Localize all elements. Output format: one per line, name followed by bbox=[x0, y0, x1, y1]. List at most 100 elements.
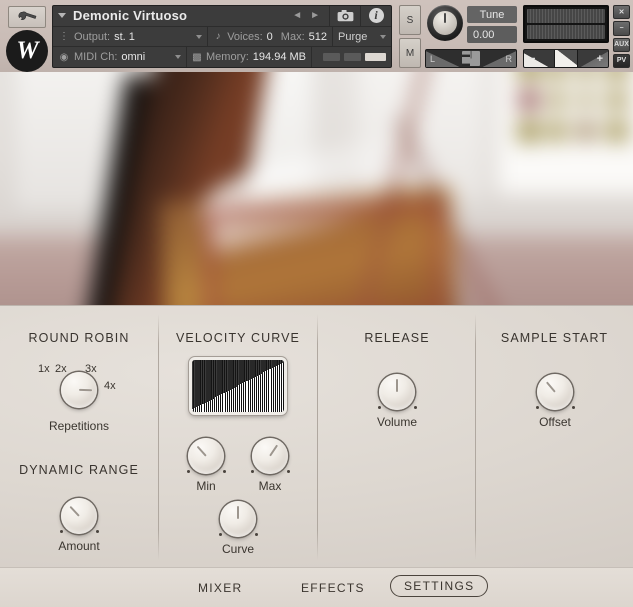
release-volume-knob-pointer bbox=[395, 379, 399, 392]
dynamic-amount-knob-pointer bbox=[69, 505, 80, 517]
section-title-round-robin: ROUND ROBIN bbox=[28, 331, 130, 345]
instrument-photo-banner bbox=[0, 72, 633, 305]
volume-plus-label: + bbox=[578, 50, 608, 67]
midi-chevron-icon[interactable] bbox=[175, 55, 181, 60]
kontakt-instrument-window: W Demonic Virtuoso ◄ ► i ⋮ Output: st. 1… bbox=[0, 0, 633, 607]
brand-logo[interactable]: W bbox=[6, 30, 48, 72]
footer-tabbar: MIXER EFFECTS SETTINGS bbox=[0, 567, 633, 607]
velocity-curve-dot-right bbox=[255, 533, 258, 536]
output-meter-block: − + bbox=[523, 5, 609, 68]
close-icon[interactable]: ✕ bbox=[613, 5, 630, 20]
velocity-min-knob-pointer bbox=[196, 445, 207, 457]
photo-wall-frame bbox=[496, 72, 633, 195]
pv-button[interactable]: PV bbox=[613, 53, 630, 68]
max-value: 512 bbox=[308, 30, 327, 43]
level-meter-right bbox=[527, 25, 605, 39]
level-meters bbox=[523, 5, 609, 43]
release-volume-dot-left bbox=[378, 406, 381, 409]
dynamic-amount-max-dot bbox=[96, 530, 99, 533]
release-volume-dot-right bbox=[414, 406, 417, 409]
mute-button[interactable]: M bbox=[399, 38, 421, 68]
voices-value: 0 bbox=[266, 30, 273, 43]
repetitions-knob[interactable] bbox=[61, 372, 97, 408]
camera-icon[interactable] bbox=[329, 6, 360, 26]
voices-label: Voices: bbox=[227, 30, 263, 43]
velocity-min-dot-left bbox=[187, 470, 190, 473]
tune-fields: Tune 0.00 bbox=[467, 6, 517, 46]
solo-mute-column: S M bbox=[399, 5, 421, 68]
velocity-min-knob[interactable] bbox=[188, 438, 224, 474]
section-title-velocity-curve: VELOCITY CURVE bbox=[176, 331, 300, 345]
tab-settings[interactable]: SETTINGS bbox=[390, 575, 489, 597]
midi-channel-selector[interactable]: ◉ MIDI Ch: omni bbox=[53, 47, 187, 68]
velocity-curve-dot-left bbox=[219, 533, 222, 536]
preset-nav: ◄ ► bbox=[283, 6, 329, 26]
midi-label: MIDI Ch: bbox=[74, 51, 118, 64]
next-preset-icon[interactable]: ► bbox=[306, 10, 324, 21]
purge-button-1[interactable] bbox=[323, 53, 340, 62]
output-selector[interactable]: ⋮ Output: st. 1 bbox=[53, 26, 208, 47]
output-icon: ⋮ bbox=[59, 31, 69, 42]
volume-slider[interactable]: − + bbox=[523, 49, 609, 68]
output-chevron-icon[interactable] bbox=[196, 34, 202, 39]
solo-button[interactable]: S bbox=[399, 5, 421, 35]
aux-button[interactable]: AUX bbox=[613, 37, 630, 52]
tab-mixer[interactable]: MIXER bbox=[185, 578, 256, 598]
tune-block: Tune 0.00 L ▬|▬ R bbox=[425, 5, 517, 68]
window-edge-buttons: ✕ − AUX PV bbox=[613, 5, 630, 68]
pan-left-label: L bbox=[426, 50, 462, 67]
pan-center-icon[interactable]: ▬|▬ bbox=[462, 50, 480, 68]
settings-panel: ROUND ROBIN 1x 2x 3x 4x Repetitions DYNA… bbox=[0, 305, 633, 568]
release-volume-label: Volume bbox=[376, 415, 418, 429]
sample-start-dot-left bbox=[536, 406, 539, 409]
sample-start-offset-label: Offset bbox=[539, 415, 571, 429]
memory-display: ▩ Memory: 194.94 MB bbox=[187, 47, 312, 68]
midi-icon: ◉ bbox=[59, 51, 69, 63]
output-value: st. 1 bbox=[114, 30, 135, 43]
purge-button-group bbox=[312, 47, 391, 67]
midi-value: omni bbox=[121, 51, 146, 64]
rack-output-row: ⋮ Output: st. 1 ♪ Voices: 0 Max: 512 Pur… bbox=[53, 26, 391, 48]
kontakt-header: W Demonic Virtuoso ◄ ► i ⋮ Output: st. 1… bbox=[0, 0, 633, 72]
minimize-icon[interactable]: − bbox=[613, 21, 630, 36]
header-left-column: W bbox=[4, 4, 52, 72]
tab-effects[interactable]: EFFECTS bbox=[288, 578, 378, 598]
velocity-max-dot-left bbox=[251, 470, 254, 473]
instrument-rack-panel: Demonic Virtuoso ◄ ► i ⋮ Output: st. 1 ♪… bbox=[52, 5, 392, 68]
tune-value[interactable]: 0.00 bbox=[467, 26, 517, 43]
volume-slider-thumb[interactable] bbox=[554, 50, 578, 67]
instrument-name-cell[interactable]: Demonic Virtuoso bbox=[53, 6, 283, 26]
velocity-curve-knob[interactable] bbox=[220, 501, 256, 537]
volume-minus-label: − bbox=[524, 50, 554, 67]
photo-red-frame bbox=[203, 201, 444, 305]
memory-label: Memory: bbox=[206, 51, 249, 64]
velocity-curve-display[interactable] bbox=[189, 357, 287, 415]
sample-start-offset-knob[interactable] bbox=[537, 374, 573, 410]
dynamic-amount-knob[interactable] bbox=[61, 498, 97, 534]
sample-start-dot-right bbox=[572, 406, 575, 409]
release-volume-knob[interactable] bbox=[379, 374, 415, 410]
purge-chevron-icon[interactable] bbox=[380, 34, 386, 39]
repetitions-knob-pointer bbox=[78, 388, 92, 392]
purge-selector[interactable]: Purge bbox=[333, 27, 391, 47]
section-title-dynamic-range: DYNAMIC RANGE bbox=[19, 463, 139, 477]
info-icon[interactable]: i bbox=[360, 6, 391, 26]
velocity-max-knob[interactable] bbox=[252, 438, 288, 474]
purge-button-3[interactable] bbox=[365, 53, 386, 62]
dynamic-amount-min-dot bbox=[60, 530, 63, 533]
tune-knob[interactable] bbox=[425, 5, 465, 45]
memory-icon: ▩ bbox=[192, 51, 202, 63]
chevron-down-icon[interactable] bbox=[58, 13, 66, 19]
velocity-curve-knob-pointer bbox=[236, 506, 240, 519]
pan-slider[interactable]: L ▬|▬ R bbox=[425, 49, 517, 68]
prev-preset-icon[interactable]: ◄ bbox=[288, 10, 306, 21]
rack-title-row: Demonic Virtuoso ◄ ► i bbox=[53, 6, 391, 27]
velocity-max-knob-pointer bbox=[269, 444, 279, 457]
velocity-max-dot-right bbox=[287, 470, 290, 473]
purge-button-2[interactable] bbox=[344, 53, 361, 62]
max-label: Max: bbox=[280, 30, 305, 43]
wrench-icon[interactable] bbox=[8, 6, 46, 28]
memory-value: 194.94 MB bbox=[252, 51, 306, 64]
velocity-curve-bar bbox=[282, 362, 284, 412]
rr-mark-4x: 4x bbox=[104, 380, 116, 392]
